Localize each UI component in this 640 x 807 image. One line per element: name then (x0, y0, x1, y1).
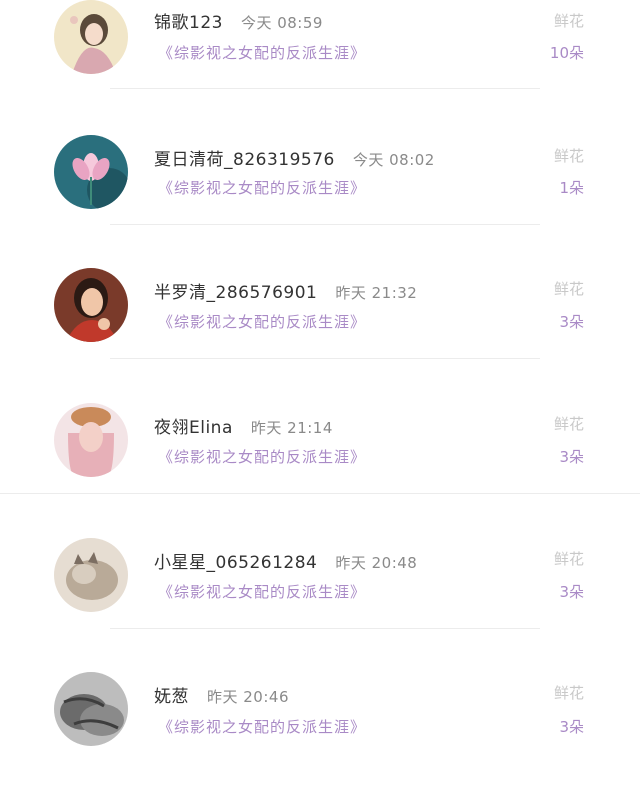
gift-type: 鲜花 (553, 147, 584, 165)
book-title-link[interactable]: 《综影视之女配的反派生涯》 (158, 581, 366, 602)
gift-time: 昨天 21:32 (335, 284, 418, 302)
divider (110, 628, 540, 629)
sender-line: 锦歌123 今天 08:59 (154, 8, 323, 33)
sender-line: 妩葱 昨天 20:46 (154, 682, 289, 707)
book-title-link[interactable]: 《综影视之女配的反派生涯》 (158, 42, 366, 63)
divider (110, 224, 540, 225)
gift-type: 鲜花 (553, 12, 584, 30)
list-item[interactable]: 夜翎Elina 昨天 21:14 《综影视之女配的反派生涯》 鲜花 3朵 (0, 403, 640, 538)
avatar-image (54, 268, 128, 342)
gift-type: 鲜花 (553, 415, 584, 433)
gift-type: 鲜花 (553, 280, 584, 298)
sender-name[interactable]: 夜翎Elina (154, 418, 233, 438)
list-item[interactable]: 半罗清_286576901 昨天 21:32 《综影视之女配的反派生涯》 鲜花 3… (0, 268, 640, 403)
gift-count: 10朵 (549, 44, 584, 62)
avatar-image (54, 135, 128, 209)
sender-name[interactable]: 半罗清_286576901 (154, 283, 317, 303)
gift-count: 3朵 (559, 718, 584, 736)
gift-count: 3朵 (559, 583, 584, 601)
divider (110, 88, 540, 89)
divider (110, 358, 540, 359)
gift-count: 1朵 (559, 179, 584, 197)
avatar[interactable] (54, 672, 128, 746)
divider (0, 493, 640, 494)
gift-time: 昨天 20:48 (335, 554, 418, 572)
avatar[interactable] (54, 403, 128, 477)
avatar-image (54, 672, 128, 746)
avatar-image (54, 0, 128, 74)
book-title-link[interactable]: 《综影视之女配的反派生涯》 (158, 311, 366, 332)
gift-time: 昨天 21:14 (250, 419, 333, 437)
flower-gift-list: 锦歌123 今天 08:59 《综影视之女配的反派生涯》 鲜花 10朵 夏日清荷_… (0, 0, 640, 764)
gift-type: 鲜花 (553, 550, 584, 568)
sender-line: 小星星_065261284 昨天 20:48 (154, 548, 417, 573)
avatar[interactable] (54, 268, 128, 342)
list-item[interactable]: 锦歌123 今天 08:59 《综影视之女配的反派生涯》 鲜花 10朵 (0, 0, 640, 135)
sender-line: 夜翎Elina 昨天 21:14 (154, 413, 333, 438)
sender-line: 夏日清荷_826319576 今天 08:02 (154, 145, 435, 170)
list-item[interactable]: 夏日清荷_826319576 今天 08:02 《综影视之女配的反派生涯》 鲜花 … (0, 135, 640, 270)
gift-time: 昨天 20:46 (207, 688, 289, 706)
gift-time: 今天 08:59 (240, 14, 323, 32)
book-title-link[interactable]: 《综影视之女配的反派生涯》 (158, 446, 366, 467)
avatar-image (54, 538, 128, 612)
gift-count: 3朵 (559, 313, 584, 331)
gift-count: 3朵 (559, 448, 584, 466)
avatar[interactable] (54, 135, 128, 209)
sender-name[interactable]: 夏日清荷_826319576 (154, 150, 335, 170)
book-title-link[interactable]: 《综影视之女配的反派生涯》 (158, 716, 366, 737)
sender-name[interactable]: 小星星_065261284 (154, 553, 317, 573)
list-item[interactable]: 小星星_065261284 昨天 20:48 《综影视之女配的反派生涯》 鲜花 3… (0, 538, 640, 673)
sender-line: 半罗清_286576901 昨天 21:32 (154, 278, 417, 303)
avatar-image (54, 403, 128, 477)
sender-name[interactable]: 妩葱 (154, 687, 189, 707)
book-title-link[interactable]: 《综影视之女配的反派生涯》 (158, 177, 366, 198)
list-item[interactable]: 妩葱 昨天 20:46 《综影视之女配的反派生涯》 鲜花 3朵 (0, 672, 640, 807)
avatar[interactable] (54, 538, 128, 612)
gift-type: 鲜花 (553, 684, 584, 702)
sender-name[interactable]: 锦歌123 (154, 13, 223, 33)
avatar[interactable] (54, 0, 128, 74)
gift-time: 今天 08:02 (352, 151, 435, 169)
